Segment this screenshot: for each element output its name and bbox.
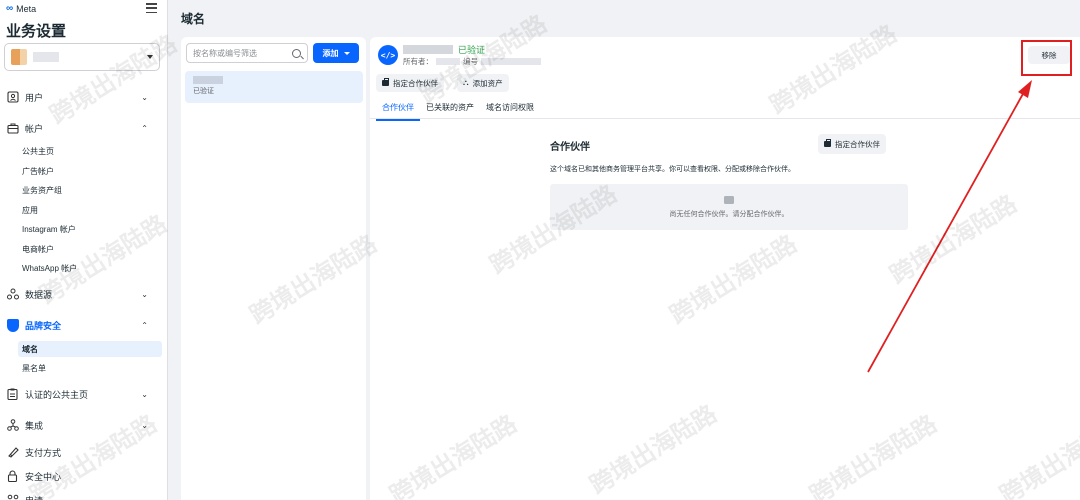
nav-group-requests-label: 申请 [25,494,43,500]
sidebar-item-blocklist[interactable]: 黑名单 [22,360,46,376]
account-avatar [11,49,27,65]
nav-group-users-label: 用户 [25,92,44,103]
nav-group-users[interactable]: 用户 ⌄ [0,86,166,108]
sidebar: ∞ Meta 业务设置 用户 ⌄ 帐户 ⌃ 公共主页 广告帐户 业务资产组 应用… [0,0,168,500]
tabs-divider [370,118,1080,119]
data-sources-icon [6,288,19,301]
section-title: 域名 [181,12,206,26]
sidebar-item-whatsapp[interactable]: WhatsApp 帐户 [22,260,77,276]
menu-toggle-icon[interactable] [146,3,157,13]
add-assets-button[interactable]: ⛬ 添加资产 [457,74,509,92]
domain-name-redacted [193,76,223,84]
search-box[interactable] [186,43,308,63]
chevron-down-icon: ⌄ [141,420,148,430]
meta-brand-label: Meta [16,3,37,14]
sidebar-item-pages[interactable]: 公共主页 [22,143,54,159]
nav-group-verified-pages[interactable]: 认证的公共主页 ⌄ [0,383,166,405]
owner-row: 所有者： 编号 [403,56,541,67]
empty-state: 尚无任何合作伙伴。请分配合作伙伴。 [550,184,908,230]
briefcase-icon [382,78,389,86]
chevron-down-icon: ⌄ [141,92,148,102]
chevron-up-icon: ⌃ [141,320,148,330]
page-title: 业务设置 [6,23,67,40]
partners-assign-label: 指定合作伙伴 [835,139,880,149]
domain-name-redacted [403,45,453,54]
briefcase-icon [6,122,19,135]
caret-down-icon [147,55,153,59]
code-icon: </> [378,45,398,65]
nav-group-brand-safety[interactable]: 品牌安全 ⌃ [0,314,166,336]
add-assets-label: 添加资产 [472,78,503,88]
nav-group-payments[interactable]: 支付方式 [0,441,166,463]
empty-state-text: 尚无任何合作伙伴。请分配合作伙伴。 [669,210,789,218]
nav-group-accounts-label: 帐户 [25,123,44,134]
domain-detail-panel: </> 已验证 所有者： 编号 指定合作伙伴 ⛬ 添加资产 移除 合作伙伴 已关… [370,37,1080,500]
nav-group-security-center[interactable]: 安全中心 [0,465,166,487]
partners-description: 这个域名已和其他商务管理平台共享。你可以查看权限、分配或移除合作伙伴。 [550,166,795,173]
share-nodes-icon: ⛬ [463,78,469,87]
sidebar-item-instagram[interactable]: Instagram 帐户 [22,221,76,237]
briefcase-icon [724,195,734,204]
meta-brand: ∞ Meta [6,3,36,14]
partners-assign-button[interactable]: 指定合作伙伴 [818,134,886,154]
assign-partner-button[interactable]: 指定合作伙伴 [376,74,444,92]
nav-group-security-center-label: 安全中心 [25,471,62,482]
nav-group-requests[interactable]: 申请 [0,489,166,500]
sidebar-item-domains[interactable]: 域名 [18,341,162,357]
account-name-redacted [33,52,59,62]
id-redacted [481,58,541,65]
lock-icon [6,470,19,483]
sidebar-item-commerce[interactable]: 电商帐户 [22,241,54,257]
list-item-status: 已验证 [193,88,214,95]
nav-group-brand-safety-label: 品牌安全 [25,320,62,331]
sidebar-item-apps[interactable]: 应用 [22,202,38,218]
user-card-icon [6,91,19,104]
meta-logo-icon: ∞ [6,3,14,14]
verified-status: 已验证 [458,45,486,55]
business-account-select[interactable] [4,43,160,71]
clipboard-icon [6,388,19,401]
nav-group-integrations-label: 集成 [25,420,44,431]
id-label: 编号 [463,57,478,66]
nav-group-integrations[interactable]: 集成 ⌄ [0,414,166,436]
add-button-label: 添加 [322,48,339,58]
shield-icon [6,318,19,332]
requests-icon [6,494,19,500]
caret-down-icon [343,51,350,55]
owner-label: 所有者： [403,57,433,66]
chevron-down-icon: ⌄ [141,389,148,399]
payment-icon [6,446,19,459]
chevron-down-icon: ⌄ [141,289,148,299]
nav-group-data-sources[interactable]: 数据源 ⌄ [0,283,166,305]
search-icon [292,48,301,58]
annotation-highlight-box [1021,40,1072,76]
nav-group-accounts[interactable]: 帐户 ⌃ [0,117,166,139]
list-item[interactable]: 已验证 [185,71,363,103]
nav-group-verified-pages-label: 认证的公共主页 [25,389,89,400]
domain-list-panel: 添加 已验证 [181,37,366,500]
integrations-icon [6,419,19,432]
assign-partner-label: 指定合作伙伴 [393,78,438,88]
search-input[interactable] [193,48,291,58]
nav-group-payments-label: 支付方式 [25,447,62,458]
sidebar-item-ad-accounts[interactable]: 广告帐户 [22,163,54,179]
chevron-up-icon: ⌃ [141,123,148,133]
owner-redacted [436,58,460,65]
add-button[interactable]: 添加 [313,43,359,63]
nav-group-data-sources-label: 数据源 [25,289,53,300]
partners-heading: 合作伙伴 [550,142,590,153]
briefcase-icon [824,139,831,147]
sidebar-item-asset-groups[interactable]: 业务资产组 [22,182,62,198]
